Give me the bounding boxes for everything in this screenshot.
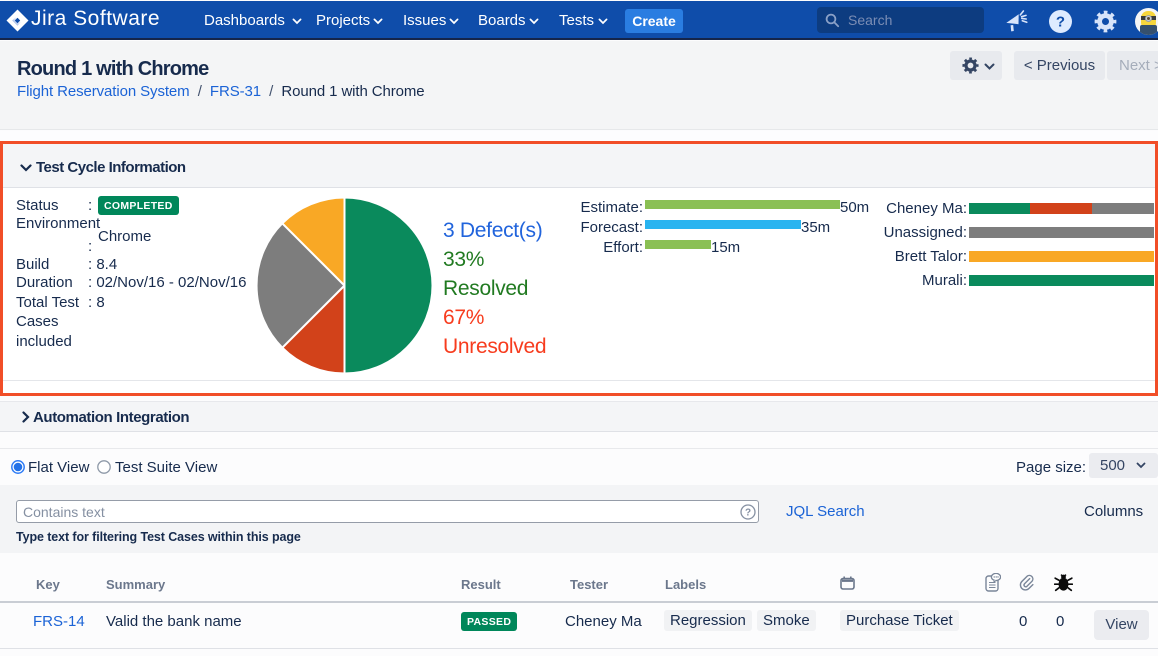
svg-text:?: ? [745, 508, 751, 519]
svg-text:?: ? [1056, 14, 1065, 31]
